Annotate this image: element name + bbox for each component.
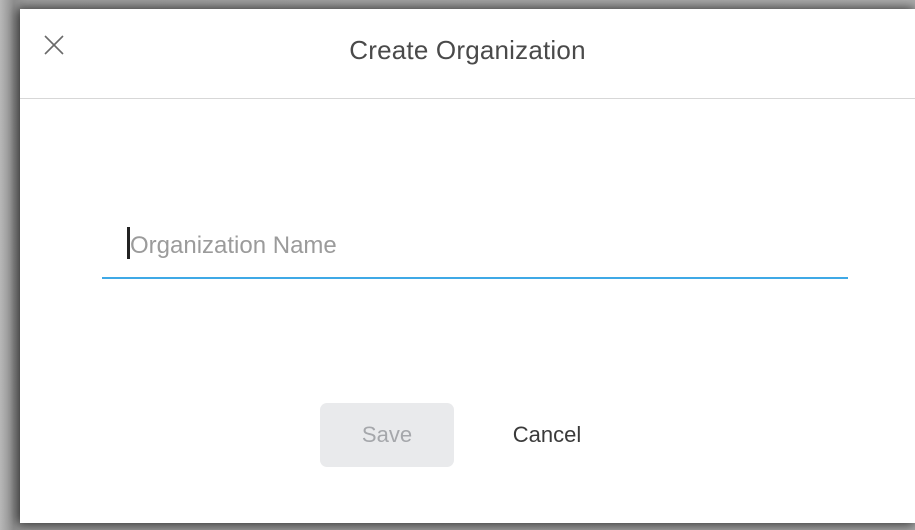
organization-name-input[interactable]: [102, 215, 848, 277]
dialog-header: Create Organization: [20, 9, 915, 99]
create-organization-dialog: Create Organization Save Cancel: [20, 9, 915, 523]
save-button[interactable]: Save: [320, 403, 454, 467]
cancel-button[interactable]: Cancel: [480, 403, 614, 467]
input-underline: [102, 277, 848, 279]
dialog-title: Create Organization: [349, 35, 586, 65]
organization-name-field: [102, 215, 848, 279]
